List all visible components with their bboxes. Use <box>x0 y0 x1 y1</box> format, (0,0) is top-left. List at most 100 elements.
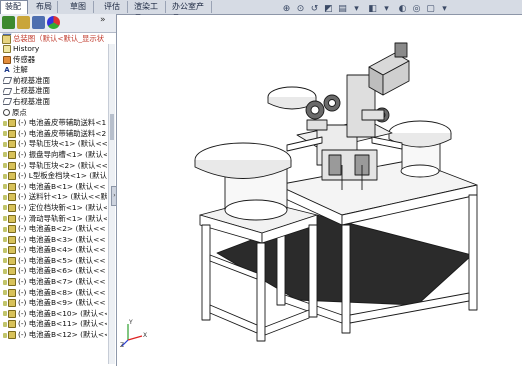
feature-manager-panel: » 总装图（默认<默认_显示状 History 传感器 A 注解 前视基准面 上视基准面右… <box>0 14 117 366</box>
expand-arrow-icon[interactable] <box>3 300 7 306</box>
tab-evaluate[interactable]: 评估 <box>100 1 128 13</box>
tree-item[interactable]: (-) 导轨压块<2> (默认<< <box>3 161 107 172</box>
tree-item[interactable]: (-) 滑动导轨新<1> (默认< <box>3 214 107 225</box>
tree-item-label: (-) 电池盖B<11> (默认<< <box>18 319 107 329</box>
tree-item[interactable]: (-) 电池盖B<7> (默认<< <box>3 277 107 288</box>
left-stand-leg-2 <box>256 242 266 342</box>
tree-item-label: 注解 <box>13 65 28 75</box>
tree-item[interactable]: 传感器 <box>3 55 107 66</box>
tree-item[interactable]: (-) 电池盖B<4> (默认<< <box>3 245 107 256</box>
configuration-manager-tab-icon[interactable] <box>32 16 45 29</box>
tree-root[interactable]: 总装图（默认<默认_显示状 <box>2 33 108 44</box>
left-stand-bottom-rail <box>209 304 258 334</box>
part-icon <box>8 246 16 255</box>
tree-item-label: (-) 电池盖B<4> (默认<< <box>18 245 106 255</box>
tree-item[interactable]: (-) 电池盖B<11> (默认<< <box>3 319 107 330</box>
tree-item[interactable]: (-) 电池盖皮带辅助送料<2 <box>3 129 107 140</box>
tree-item-label: 原点 <box>12 107 27 117</box>
tree-item[interactable]: (-) L型板金档块<1> (默认< <box>3 171 107 182</box>
expand-arrow-icon[interactable] <box>3 279 7 285</box>
tree-item-label: (-) 电池盖B<12> (默认<< <box>18 330 107 340</box>
apply-scene-icon[interactable]: ◎ <box>410 3 423 16</box>
tree-item[interactable]: (-) 电池盖B<12> (默认<< <box>3 330 107 341</box>
property-manager-tab-icon[interactable] <box>17 16 30 29</box>
tree-item[interactable]: (-) 导轨压块<1> (默认<< <box>3 139 107 150</box>
expand-arrow-icon[interactable] <box>3 311 7 317</box>
panel-scrollbar-thumb[interactable] <box>110 114 114 140</box>
tab-office-products[interactable]: 办公室产品 <box>168 1 212 23</box>
expand-arrow-icon[interactable] <box>3 290 7 296</box>
expand-arrow-icon[interactable] <box>3 131 7 137</box>
zoom-to-fit-icon[interactable]: ⊕ <box>280 3 293 16</box>
history-icon <box>3 45 11 53</box>
tree-item[interactable]: (-) 电池盖B<8> (默认<< <box>3 288 107 299</box>
tree-item[interactable]: History <box>3 44 107 55</box>
expand-arrow-icon[interactable] <box>3 258 7 264</box>
tree-item[interactable]: (-) 电池盖B<3> (默认<< <box>3 235 107 246</box>
tab-assembly[interactable]: 装配体 <box>0 0 28 23</box>
tree-item[interactable]: (-) 电池盖B<1> (默认<< <box>3 182 107 193</box>
toolbar-more-icon[interactable]: ▾ <box>438 3 451 16</box>
expand-arrow-icon[interactable] <box>3 226 7 232</box>
tab-render-tools[interactable]: 渲染工具 <box>130 1 166 23</box>
expand-arrow-icon[interactable] <box>3 141 7 147</box>
tree-item[interactable]: (-) 送料针<1> (默认<<默 <box>3 192 107 203</box>
expand-arrow-icon[interactable] <box>3 205 7 211</box>
tree-item[interactable]: (-) 电池盖B<5> (默认<< <box>3 256 107 267</box>
previous-view-icon[interactable]: ↺ <box>308 3 321 16</box>
expand-arrow-icon[interactable] <box>3 268 7 274</box>
edit-appearance-icon[interactable]: ◐ <box>396 3 409 16</box>
expand-arrow-icon[interactable] <box>3 237 7 243</box>
section-view-icon[interactable]: ◩ <box>322 3 335 16</box>
dynamic-annotation-icon[interactable]: ▤ <box>336 3 349 16</box>
expand-arrow-icon[interactable] <box>3 332 7 338</box>
expand-arrow-icon[interactable] <box>3 173 7 179</box>
assembly-model <box>194 42 478 342</box>
tree-item-label: (-) 定位档块新<1> (默认< <box>18 202 107 212</box>
tree-item[interactable]: (-) 电池盖B<10> (默认<< <box>3 309 107 320</box>
part-icon <box>8 299 16 308</box>
frame-leg-front <box>341 224 351 334</box>
display-manager-tab-icon[interactable] <box>47 16 60 29</box>
tree-item-label: 前视基准面 <box>13 75 50 85</box>
part-icon <box>8 161 16 170</box>
tree-item-label: (-) 电池盖B<8> (默认<< <box>18 287 106 297</box>
tree-item[interactable]: 前视基准面 <box>3 76 107 87</box>
tree-item[interactable]: (-) 振盘导向槽<1> (默认< <box>3 150 107 161</box>
tree-item[interactable]: A 注解 <box>3 65 107 76</box>
tree-item[interactable]: 原点 <box>3 108 107 119</box>
tab-sketch[interactable]: 草图 <box>66 1 94 13</box>
view-orientation-icon[interactable]: ▾ <box>350 3 363 16</box>
part-icon <box>8 140 16 149</box>
expand-arrow-icon[interactable] <box>3 216 7 221</box>
hide-show-items-icon[interactable]: ▾ <box>380 3 393 16</box>
zoom-to-area-icon[interactable]: ⊙ <box>294 3 307 16</box>
assembly-icon <box>2 34 11 44</box>
view-settings-icon[interactable]: ▢ <box>424 3 437 16</box>
tree-item[interactable]: (-) 电池盖B<6> (默认<< <box>3 266 107 277</box>
right-bowl-base-bottom <box>400 164 440 178</box>
feature-manager-tab-icon[interactable] <box>2 16 15 29</box>
origin-icon <box>3 109 10 117</box>
expand-arrow-icon[interactable] <box>3 120 7 126</box>
tab-layout[interactable]: 布局 <box>32 1 58 13</box>
expand-arrow-icon[interactable] <box>3 163 7 169</box>
motor-head <box>394 42 408 58</box>
tree-item[interactable]: (-) 电池盖皮带辅助送料<1 <box>3 118 107 129</box>
display-style-icon[interactable]: ◧ <box>366 3 379 16</box>
tree-item[interactable]: 右视基准面 <box>3 97 107 108</box>
expand-arrow-icon[interactable] <box>3 152 7 158</box>
part-icon <box>8 331 16 340</box>
expand-arrow-icon[interactable] <box>3 184 7 190</box>
tree-item[interactable]: (-) 电池盖B<9> (默认<< <box>3 298 107 309</box>
tree-item[interactable]: 上视基准面 <box>3 86 107 97</box>
expand-tabs-icon[interactable]: » <box>100 15 106 25</box>
expand-arrow-icon[interactable] <box>3 194 7 200</box>
part-icon <box>8 193 16 202</box>
tree-item-label: (-) 电池盖B<5> (默认<< <box>18 255 106 265</box>
graphics-area[interactable] <box>117 15 522 366</box>
tree-item[interactable]: (-) 电池盖B<2> (默认<< <box>3 224 107 235</box>
tree-item[interactable]: (-) 定位档块新<1> (默认< <box>3 203 107 214</box>
expand-arrow-icon[interactable] <box>3 321 7 327</box>
expand-arrow-icon[interactable] <box>3 247 7 253</box>
